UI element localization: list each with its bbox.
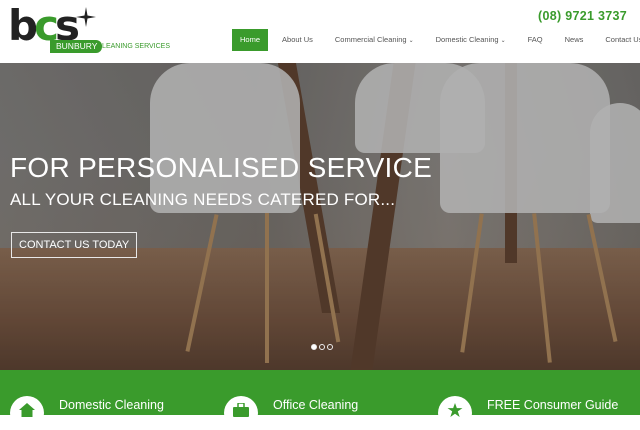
slider-dots <box>311 344 333 350</box>
nav-news[interactable]: News <box>554 29 595 51</box>
nav-commercial-cleaning[interactable]: Commercial Cleaning ⌄ <box>324 29 425 51</box>
logo-tagline: CLEANING SERVICES <box>97 43 171 50</box>
logo-badge: BUNBURY <box>50 40 103 53</box>
slider-dot[interactable] <box>311 344 317 350</box>
sparkle-icon <box>76 7 96 27</box>
nav-contact-us[interactable]: Contact Us <box>594 29 640 51</box>
nav-home[interactable]: Home <box>232 29 269 51</box>
nav-faq[interactable]: FAQ <box>517 29 554 51</box>
hero-slider: FOR PERSONALISED SERVICE ALL YOUR CLEANI… <box>0 63 640 370</box>
hero-heading: FOR PERSONALISED SERVICE <box>10 152 433 183</box>
feature-label: FREE Consumer Guide <box>487 398 619 412</box>
chevron-down-icon: ⌄ <box>500 38 506 44</box>
hero-subheading: ALL YOUR CLEANING NEEDS CATERED FOR... <box>10 190 396 209</box>
chevron-down-icon: ⌄ <box>408 38 414 44</box>
home-icon <box>10 396 44 430</box>
feature-label: Office Cleaning <box>273 398 359 412</box>
logo[interactable]: bcs BUNBURY CLEANING SERVICES <box>8 1 170 55</box>
feature-band: Domestic Cleaning Office Cleaning FREE C… <box>0 370 640 430</box>
nav-domestic-cleaning[interactable]: Domestic Cleaning ⌄ <box>425 29 517 51</box>
main-nav: Home About Us Commercial Cleaning ⌄ Domes… <box>232 29 640 51</box>
nav-about-us[interactable]: About Us <box>271 29 324 51</box>
star-icon <box>438 396 472 430</box>
slider-dot[interactable] <box>327 344 333 350</box>
slider-dot[interactable] <box>319 344 325 350</box>
hero-overlay <box>0 63 640 370</box>
feature-label: Domestic Cleaning <box>59 398 164 412</box>
contact-us-today-button[interactable]: CONTACT US TODAY <box>11 232 138 258</box>
briefcase-icon <box>224 396 258 430</box>
site-header: bcs BUNBURY CLEANING SERVICES (08) 9721 … <box>0 0 640 63</box>
phone-number[interactable]: (08) 9721 3737 <box>538 9 627 23</box>
